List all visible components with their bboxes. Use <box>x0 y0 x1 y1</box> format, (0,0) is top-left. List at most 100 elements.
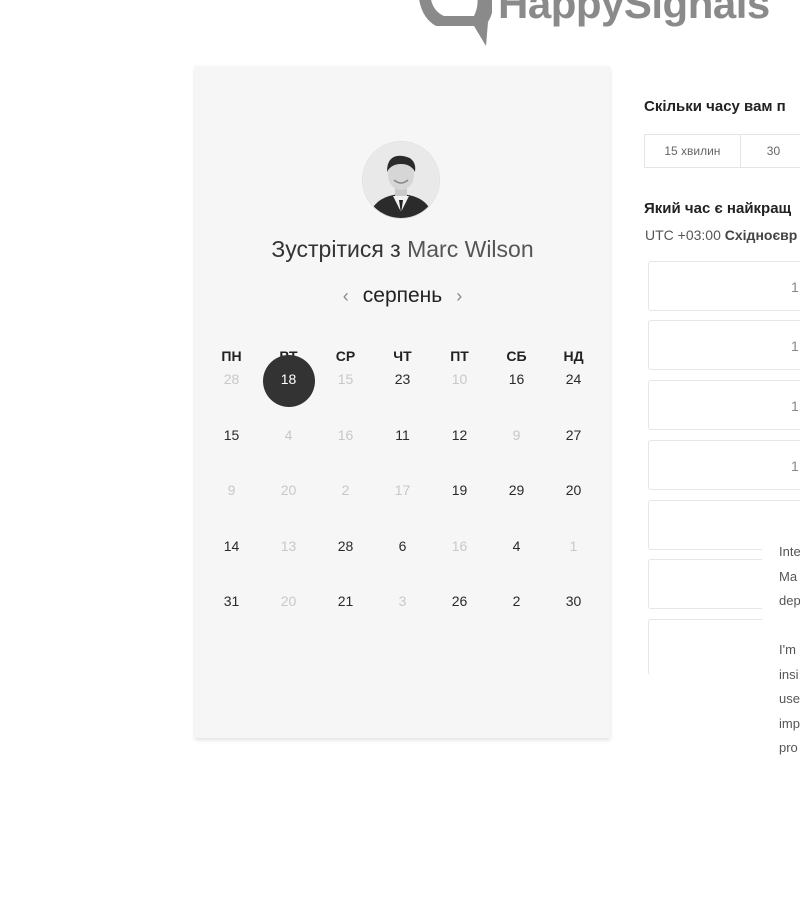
calendar-day: 4 <box>260 424 317 480</box>
day-number: 15 <box>337 371 354 387</box>
day-number: 11 <box>395 426 410 443</box>
meet-prefix: Зустрітися з <box>271 236 408 262</box>
day-number: 28 <box>337 537 354 554</box>
time-slot[interactable]: 1 <box>648 261 800 311</box>
calendar-day[interactable]: 16 <box>488 368 545 424</box>
day-number: 2 <box>512 593 521 609</box>
day-number: 21 <box>337 593 354 609</box>
weekday-label: ПН <box>221 348 242 364</box>
calendar-day: 13 <box>260 535 317 591</box>
calendar-day: 20 <box>260 590 317 646</box>
calendar-day[interactable]: 27 <box>545 424 602 480</box>
day-number: 12 <box>451 426 468 443</box>
day-number: 17 <box>394 482 411 498</box>
day-number: 16 <box>451 537 468 554</box>
weekday-label: ЧТ <box>393 348 412 364</box>
day-number: 27 <box>565 426 582 443</box>
calendar-day[interactable]: 21 <box>317 590 374 646</box>
prev-month-icon[interactable]: ‹ <box>343 287 349 305</box>
time-question: Який час є найкращ <box>644 200 792 217</box>
calendar-card: Зустрітися з Marc Wilson ‹ серпень › ПНВ… <box>195 66 610 738</box>
day-number: 9 <box>227 482 236 498</box>
calendar-day: 28 <box>203 368 260 424</box>
day-number: 16 <box>508 371 525 387</box>
day-number: 14 <box>223 537 240 554</box>
bio-line: Ma <box>779 568 798 584</box>
time-slot[interactable]: 1 <box>648 380 800 430</box>
duration-option-30[interactable]: 30 <box>741 135 800 167</box>
calendar-grid: ПНВТСРЧТПТСБНД 2818152310162415416111292… <box>203 344 602 646</box>
calendar-day[interactable]: 23 <box>374 368 431 424</box>
calendar-week-row: 14 13 28 6 16 4 1 <box>203 535 602 591</box>
day-number: 30 <box>565 593 582 609</box>
bio-line: insi <box>779 666 799 682</box>
duration-option-15[interactable]: 15 хвилин <box>645 135 741 167</box>
calendar-day-selected[interactable]: 18 <box>260 355 317 424</box>
bio-line: I'm <box>779 642 796 657</box>
timezone-name: Східноєвр <box>724 227 798 243</box>
day-number: 18 <box>262 355 315 407</box>
calendar-day[interactable]: 30 <box>545 590 602 646</box>
host-photo <box>363 142 439 218</box>
weekday-header: ПНВТСРЧТПТСБНД <box>203 344 602 368</box>
bio-line: pro <box>779 740 798 755</box>
calendar-day[interactable]: 6 <box>374 535 431 591</box>
calendar-day[interactable]: 31 <box>203 590 260 646</box>
speech-bubble-heart-icon <box>419 0 492 46</box>
avatar <box>363 142 439 218</box>
day-number: 20 <box>280 593 297 609</box>
weekday-label: НД <box>563 348 584 364</box>
day-number: 20 <box>565 482 582 498</box>
calendar-day[interactable]: 26 <box>431 590 488 646</box>
calendar-day[interactable]: 12 <box>431 424 488 480</box>
day-number: 26 <box>451 593 468 609</box>
calendar-week-row: 31 20 21 3 26 2 30 <box>203 590 602 646</box>
calendar-day: 16 <box>431 535 488 591</box>
calendar-day[interactable]: 4 <box>488 535 545 591</box>
day-number: 31 <box>223 593 240 609</box>
day-number: 16 <box>337 426 354 443</box>
day-number: 2 <box>341 482 350 498</box>
bio-line: dep <box>779 593 800 608</box>
host-bio-popup: Inte Ma dep I'm insi use imp pro <box>762 536 800 776</box>
next-month-icon[interactable]: › <box>456 287 462 305</box>
calendar-day: 10 <box>431 368 488 424</box>
time-slot[interactable]: 1 <box>648 440 800 490</box>
calendar-day: 9 <box>203 479 260 535</box>
day-number: 9 <box>512 426 521 443</box>
calendar-day: 9 <box>488 424 545 480</box>
time-slot[interactable]: 1 <box>648 320 800 370</box>
time-slot-label: 1 <box>791 279 799 295</box>
calendar-day[interactable]: 20 <box>545 479 602 535</box>
day-number: 6 <box>398 537 407 554</box>
calendar-day[interactable]: 11 <box>374 424 431 480</box>
calendar-day[interactable]: 24 <box>545 368 602 424</box>
calendar-day: 15 <box>317 368 374 424</box>
day-number: 10 <box>451 371 468 387</box>
timezone-label[interactable]: UTC +03:00 Східноєвр <box>645 227 797 243</box>
duration-options: 15 хвилин 30 <box>644 134 800 168</box>
day-number: 3 <box>398 593 407 609</box>
bio-line: use <box>779 691 800 706</box>
calendar-day: 17 <box>374 479 431 535</box>
calendar-weeks: 28 18 15 23 10 16 24 15 4 16 11 12 9 27 9 20 2 17 19 29 20 14… <box>203 355 602 646</box>
day-number: 20 <box>280 482 297 498</box>
weekday-label: СБ <box>506 348 527 364</box>
day-number: 15 <box>223 426 240 443</box>
day-number: 23 <box>394 371 411 387</box>
calendar-day[interactable]: 2 <box>488 590 545 646</box>
day-number: 4 <box>512 537 521 554</box>
calendar-day[interactable]: 19 <box>431 479 488 535</box>
calendar-week-row: 28 18 15 23 10 16 24 <box>203 355 602 424</box>
calendar-day: 3 <box>374 590 431 646</box>
calendar-day[interactable]: 29 <box>488 479 545 535</box>
calendar-day[interactable]: 15 <box>203 424 260 480</box>
host-name: Marc Wilson <box>407 236 534 262</box>
bio-line: Inte <box>779 544 800 559</box>
weekday-label: СР <box>335 348 356 364</box>
calendar-day[interactable]: 28 <box>317 535 374 591</box>
month-label: серпень <box>362 284 443 307</box>
calendar-day[interactable]: 14 <box>203 535 260 591</box>
weekday-label: ПТ <box>450 348 469 364</box>
calendar-day: 16 <box>317 424 374 480</box>
